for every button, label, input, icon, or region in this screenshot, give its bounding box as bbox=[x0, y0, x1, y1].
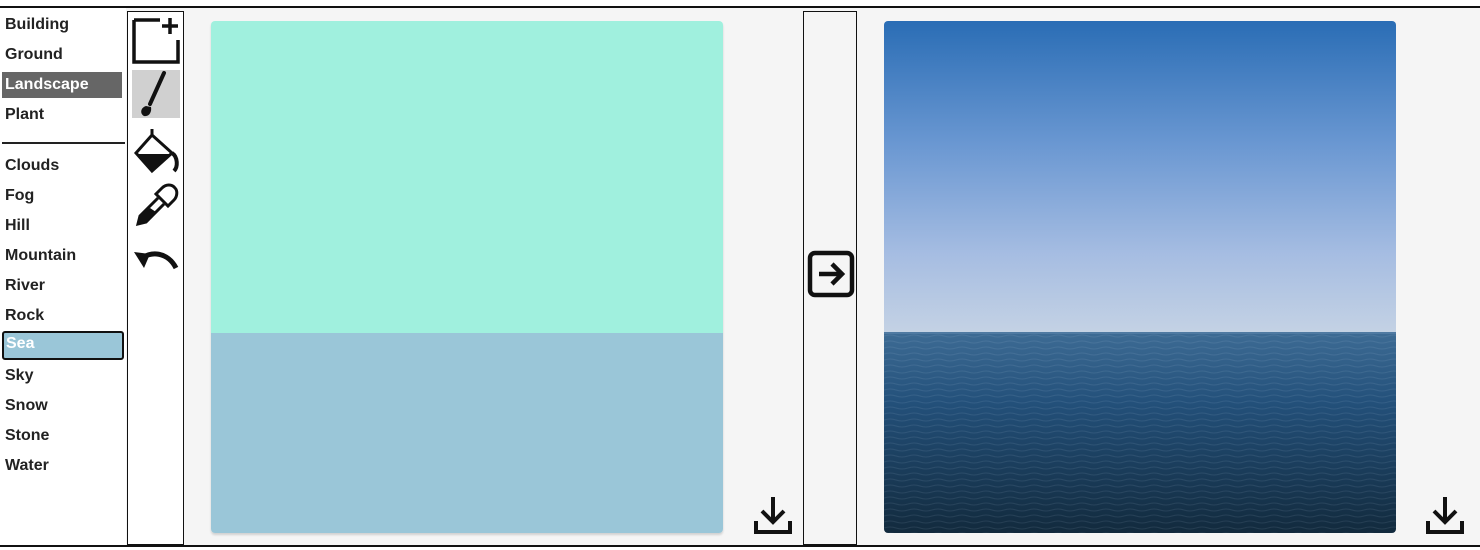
label-item-hill[interactable]: Hill bbox=[2, 213, 122, 239]
label-item-river[interactable]: River bbox=[2, 273, 122, 299]
arrow-right-box-icon bbox=[807, 250, 855, 298]
label-item-plant[interactable]: Plant bbox=[2, 102, 122, 128]
label-item-water[interactable]: Water bbox=[2, 453, 122, 479]
download-icon bbox=[754, 497, 792, 534]
sky-region bbox=[211, 21, 723, 333]
label-item-clouds[interactable]: Clouds bbox=[2, 153, 122, 179]
convert-panel bbox=[803, 11, 857, 545]
label-sidebar: Building Ground Landscape Plant Clouds Fog Hil… bbox=[0, 8, 126, 545]
undo-button[interactable] bbox=[132, 238, 180, 286]
download-output-button[interactable] bbox=[1425, 495, 1465, 535]
paint-bucket-icon bbox=[133, 129, 179, 174]
sea-region bbox=[211, 333, 723, 533]
label-item-snow[interactable]: Snow bbox=[2, 393, 122, 419]
label-item-rock[interactable]: Rock bbox=[2, 303, 122, 329]
tool-panel bbox=[127, 11, 184, 545]
label-divider bbox=[2, 142, 125, 144]
app-frame: Building Ground Landscape Plant Clouds Fog Hil… bbox=[0, 6, 1480, 547]
seascape-image bbox=[884, 21, 1396, 533]
download-segmentation-button[interactable] bbox=[753, 495, 793, 535]
label-item-fog[interactable]: Fog bbox=[2, 183, 122, 209]
brush-icon bbox=[141, 71, 166, 117]
undo-icon bbox=[134, 251, 179, 270]
eyedropper-icon bbox=[135, 183, 179, 227]
label-item-sky[interactable]: Sky bbox=[2, 363, 122, 389]
fill-button[interactable] bbox=[132, 127, 180, 175]
eyedropper-button[interactable] bbox=[132, 182, 180, 230]
label-item-landscape[interactable]: Landscape bbox=[2, 72, 122, 98]
segmentation-canvas[interactable] bbox=[211, 21, 723, 533]
label-item-mountain[interactable]: Mountain bbox=[2, 243, 122, 269]
new-canvas-button[interactable] bbox=[132, 16, 180, 64]
label-item-ground[interactable]: Ground bbox=[2, 42, 122, 68]
brush-button[interactable] bbox=[132, 70, 180, 118]
new-canvas-icon bbox=[132, 18, 180, 64]
download-icon bbox=[1426, 497, 1464, 534]
label-item-sea[interactable]: Sea bbox=[2, 331, 124, 360]
label-item-building[interactable]: Building bbox=[2, 12, 122, 38]
generated-image bbox=[884, 21, 1396, 533]
convert-button[interactable] bbox=[807, 250, 855, 298]
label-item-stone[interactable]: Stone bbox=[2, 423, 122, 449]
